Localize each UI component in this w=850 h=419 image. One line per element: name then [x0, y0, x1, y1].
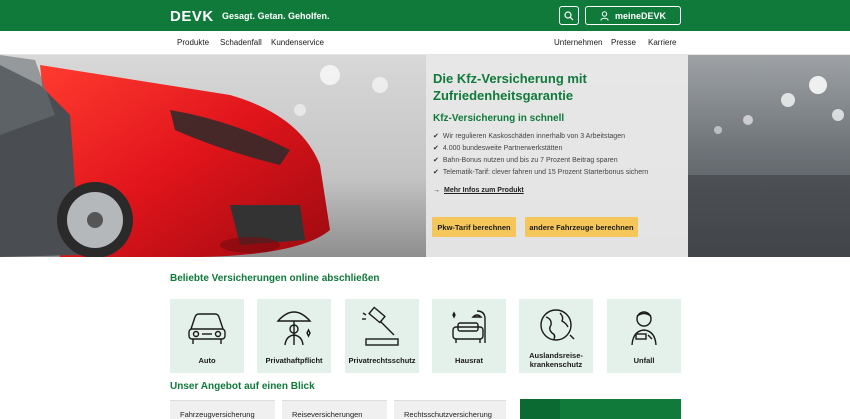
check-icon: ✔ [433, 145, 439, 152]
offer-card-reise[interactable]: Reiseversicherungen [282, 400, 387, 419]
nav-item-produkte[interactable]: Produkte [177, 38, 209, 47]
popular-section-title: Beliebte Versicherungen online abschließ… [170, 273, 380, 284]
top-bar: DEVK Gesagt. Getan. Geholfen. meineDEVK [0, 0, 850, 31]
meinedevk-label: meineDEVK [614, 10, 667, 21]
devk-logo[interactable]: DEVK [170, 8, 214, 25]
car-photo [0, 55, 426, 257]
meinedevk-button[interactable]: meineDEVK [585, 6, 681, 25]
insurance-tiles: Auto Privathaftpflicht Privatrechtsschut… [170, 299, 681, 373]
globe-icon [540, 309, 575, 341]
offer-card-rechtsschutz[interactable]: Rechtsschutzversicherung [394, 400, 506, 419]
benefit-item: ✔ Telematik-Tarif: clever fahren und 15 P… [433, 167, 648, 179]
nav-item-presse[interactable]: Presse [611, 38, 636, 47]
tile-auslandsreisekrankenschutz[interactable]: Auslandsreise-krankenschutz [519, 299, 593, 373]
nav-item-karriere[interactable]: Karriere [648, 38, 676, 47]
check-icon: ✔ [433, 157, 439, 164]
more-info-link[interactable]: → Mehr Infos zum Produkt [433, 187, 524, 194]
tile-label: Hausrat [455, 356, 483, 365]
tile-unfall[interactable]: Unfall [607, 299, 681, 373]
tile-label: Privatrechtsschutz [348, 356, 416, 365]
tile-label: Auslandsreise-krankenschutz [529, 351, 583, 369]
main-nav: Produkte Schadenfall Kundenservice Unter… [0, 31, 850, 55]
benefit-item: ✔ Wir regulieren Kaskoschäden innerhalb v… [433, 131, 648, 143]
hero-info-panel: Die Kfz-Versicherung mit Zufriedenheitsg… [426, 55, 688, 257]
tile-hausrat[interactable]: Hausrat [432, 299, 506, 373]
gavel-icon [362, 306, 399, 346]
search-button[interactable] [559, 6, 579, 25]
car-icon [188, 313, 226, 344]
user-icon [600, 10, 609, 21]
hero-subtitle: Kfz-Versicherung in schnell [433, 113, 565, 124]
nav-item-kundenservice[interactable]: Kundenservice [271, 38, 324, 47]
offer-card-fahrzeug[interactable]: Fahrzeugversicherung [170, 400, 275, 419]
promo-box[interactable] [520, 399, 681, 419]
hero-side-image [688, 55, 850, 257]
tile-privatrechtsschutz[interactable]: Privatrechtsschutz [345, 299, 419, 373]
umbrella-person-icon [276, 311, 312, 346]
sofa-lamp-icon [452, 310, 486, 343]
tile-auto[interactable]: Auto [170, 299, 244, 373]
bandaged-person-icon [631, 311, 657, 346]
tile-label: Privathaftpflicht [265, 356, 323, 365]
search-icon [564, 10, 574, 20]
arrow-right-icon: → [433, 187, 440, 194]
benefit-item: ✔ 4.000 bundesweite Partnerwerkstätten [433, 143, 648, 155]
nav-item-schadenfall[interactable]: Schadenfall [220, 38, 262, 47]
check-icon: ✔ [433, 133, 439, 140]
tile-label: Unfall [633, 356, 655, 365]
other-vehicles-button[interactable]: andere Fahrzeuge berechnen [525, 217, 638, 237]
tile-privathaftpflicht[interactable]: Privathaftpflicht [257, 299, 331, 373]
hero-banner: Die Kfz-Versicherung mit Zufriedenheitsg… [0, 55, 850, 257]
pkw-tarif-button[interactable]: Pkw-Tarif berechnen [432, 217, 516, 237]
nav-item-unternehmen[interactable]: Unternehmen [554, 38, 602, 47]
offer-section-title: Unser Angebot auf einen Blick [170, 381, 315, 392]
check-icon: ✔ [433, 169, 439, 176]
tile-label: Auto [198, 356, 216, 365]
garage-lights-photo [688, 76, 850, 257]
benefit-list: ✔ Wir regulieren Kaskoschäden innerhalb v… [433, 131, 648, 179]
slogan: Gesagt. Getan. Geholfen. [222, 11, 330, 21]
hero-title: Die Kfz-Versicherung mit Zufriedenheitsg… [433, 71, 587, 103]
benefit-item: ✔ Bahn-Bonus nutzen und bis zu 7 Prozent … [433, 155, 648, 167]
